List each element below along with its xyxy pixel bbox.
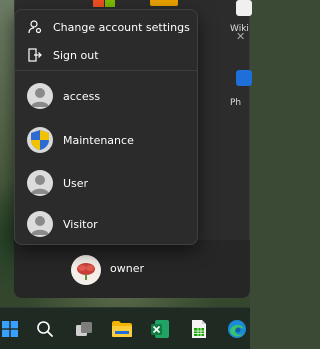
task-view-icon xyxy=(76,322,92,336)
folder-icon xyxy=(112,321,132,337)
user-avatar-icon xyxy=(27,170,53,196)
excel-icon xyxy=(151,320,169,338)
calc-spreadsheet-button[interactable] xyxy=(185,315,213,343)
user-avatar-icon xyxy=(27,83,53,109)
current-user-name[interactable]: owner xyxy=(110,262,144,275)
edge-button[interactable] xyxy=(223,315,251,343)
start-button[interactable] xyxy=(0,315,24,343)
menu-divider xyxy=(15,70,197,71)
wiki-app-icon[interactable] xyxy=(236,0,252,16)
account-label-user: User xyxy=(63,176,89,190)
file-explorer-button[interactable] xyxy=(108,315,136,343)
account-item-maintenance[interactable]: Maintenance xyxy=(15,120,197,160)
search-button[interactable] xyxy=(31,315,59,343)
admin-shield-icon xyxy=(27,127,53,153)
account-item-access[interactable]: access xyxy=(15,76,197,116)
task-view-button[interactable] xyxy=(70,315,98,343)
photos-app-icon[interactable] xyxy=(236,70,252,86)
user-avatar-icon xyxy=(27,211,53,237)
taskbar xyxy=(0,307,250,349)
pinned-app-icon[interactable] xyxy=(93,0,115,7)
close-icon[interactable]: ✕ xyxy=(236,30,250,43)
sign-out-item[interactable]: Sign out xyxy=(15,43,197,67)
flower-icon xyxy=(77,263,95,280)
sign-out-label: Sign out xyxy=(53,48,99,62)
account-label-maintenance: Maintenance xyxy=(63,133,134,147)
settings-icon xyxy=(27,19,43,35)
spreadsheet-icon xyxy=(192,320,206,338)
excel-button[interactable] xyxy=(146,315,174,343)
windows-logo-icon xyxy=(2,321,18,337)
pinned-folder-icon[interactable] xyxy=(150,0,178,6)
account-flyout: Change account settings Sign out access xyxy=(14,9,198,245)
account-item-user[interactable]: User xyxy=(15,163,197,203)
search-icon xyxy=(37,321,53,337)
owner-avatar[interactable] xyxy=(71,255,101,285)
change-account-settings-label: Change account settings xyxy=(53,20,190,34)
sign-out-icon xyxy=(27,47,43,63)
edge-browser-icon xyxy=(228,320,246,338)
account-label-visitor: Visitor xyxy=(63,217,98,231)
change-account-settings-item[interactable]: Change account settings xyxy=(15,15,197,39)
photos-app-label[interactable]: Ph xyxy=(230,98,241,108)
account-item-visitor[interactable]: Visitor xyxy=(15,204,197,244)
account-label-access: access xyxy=(63,89,101,103)
